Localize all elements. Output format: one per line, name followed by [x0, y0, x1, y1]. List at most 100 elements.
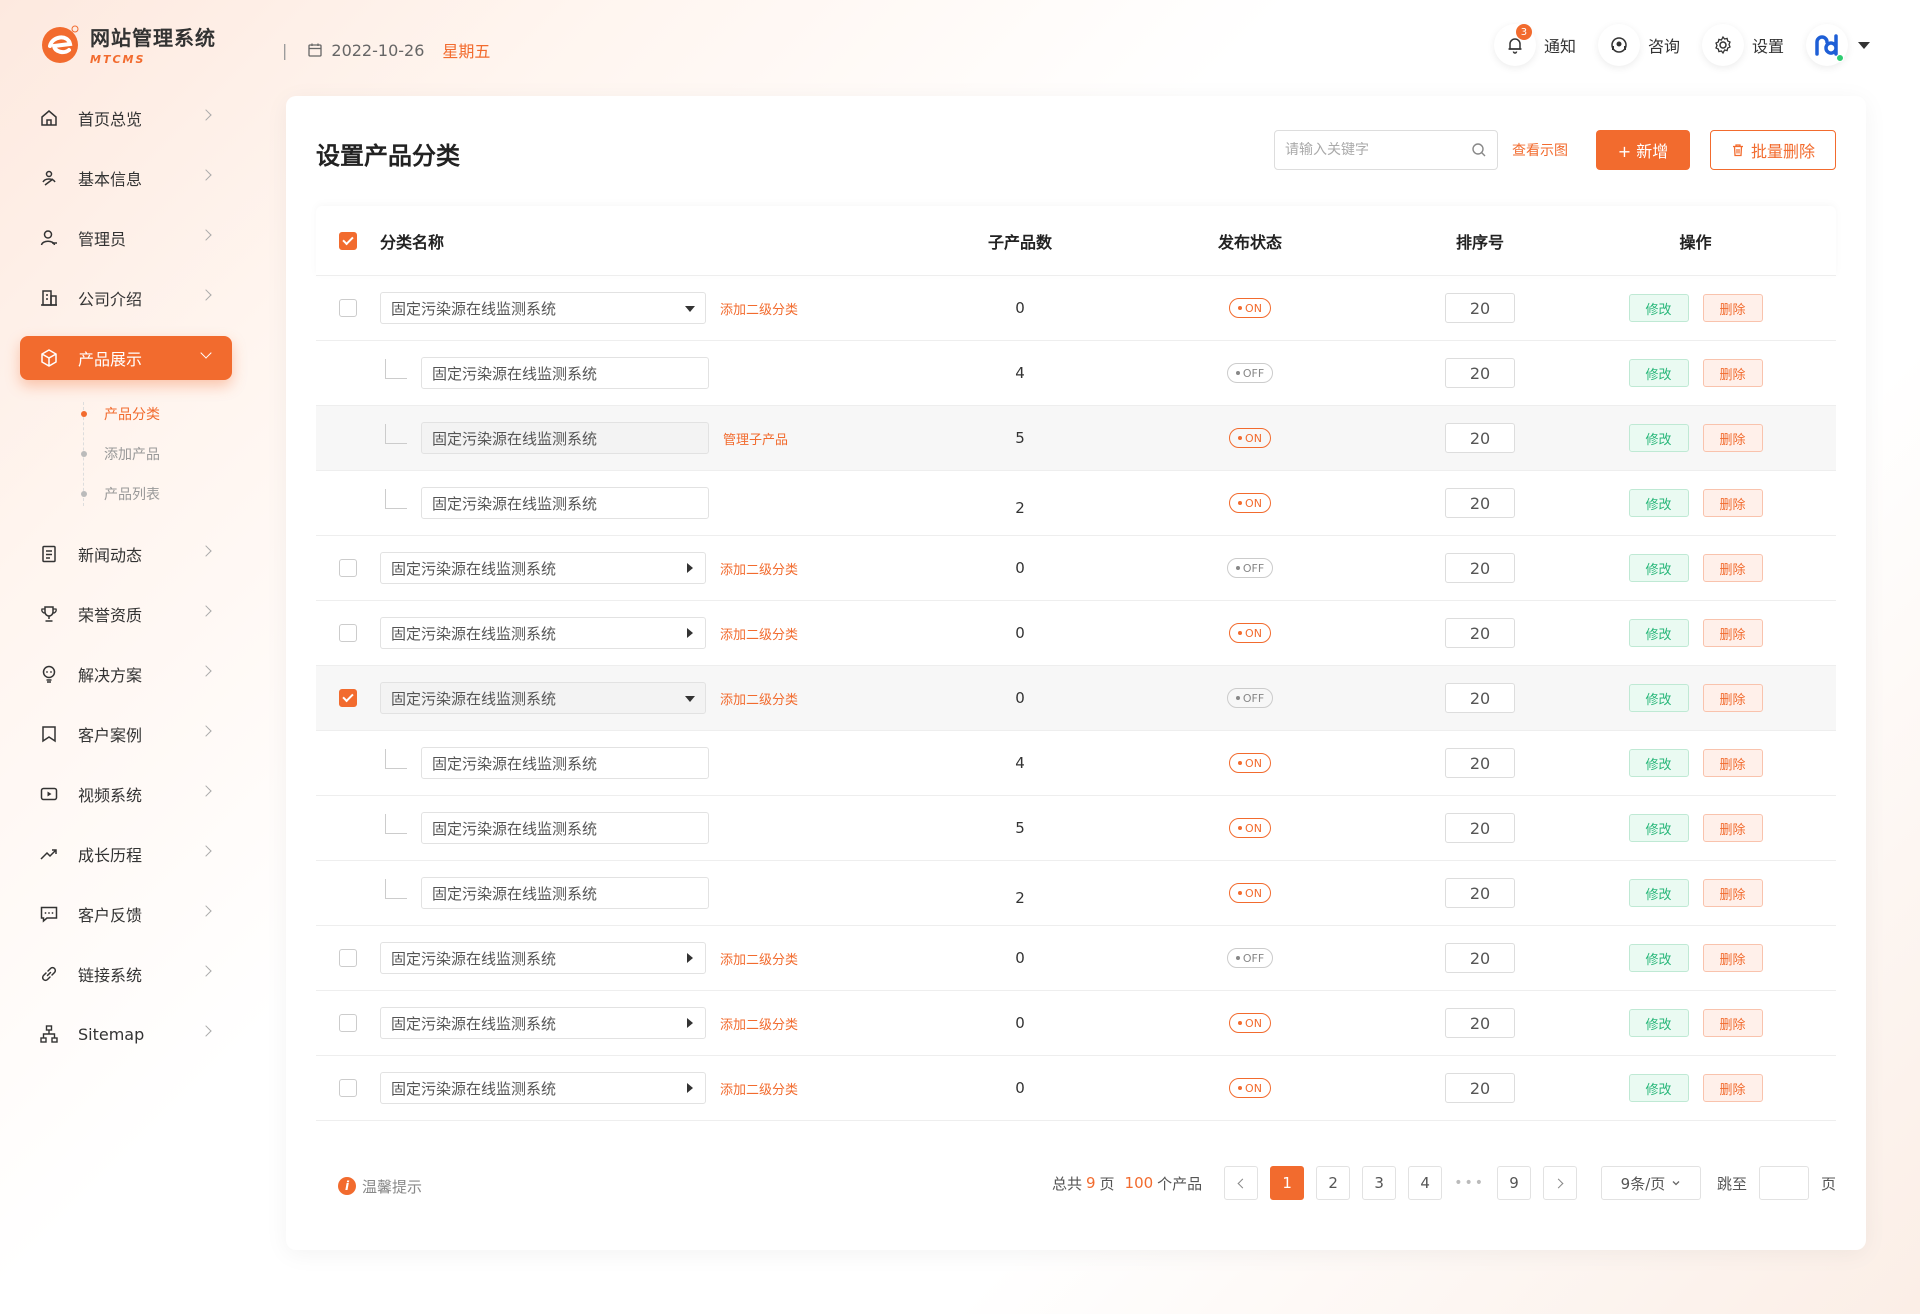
search-icon[interactable]: [1471, 142, 1487, 158]
sidebar-item-solutions[interactable]: 解决方案: [20, 652, 232, 696]
sidebar-item-sitemap[interactable]: Sitemap: [20, 1012, 232, 1056]
category-select[interactable]: 固定污染源在线监测系统: [380, 942, 706, 974]
status-toggle[interactable]: ON: [1229, 493, 1271, 513]
settings-button[interactable]: 设置: [1701, 24, 1784, 66]
sort-order-input[interactable]: 20: [1445, 423, 1515, 453]
delete-button[interactable]: 删除: [1702, 879, 1763, 907]
edit-button[interactable]: 修改: [1628, 554, 1689, 582]
search-input[interactable]: [1285, 142, 1471, 158]
sort-order-input[interactable]: 20: [1445, 878, 1515, 908]
category-select[interactable]: 固定污染源在线监测系统: [380, 292, 706, 324]
row-checkbox[interactable]: [339, 1014, 357, 1032]
edit-button[interactable]: 修改: [1628, 879, 1689, 907]
caret-right-icon[interactable]: [687, 628, 693, 638]
row-checkbox[interactable]: [339, 559, 357, 577]
add-subcategory-link[interactable]: 添加二级分类: [720, 559, 798, 578]
category-select[interactable]: 固定污染源在线监测系统: [380, 682, 706, 714]
sidebar-item-company[interactable]: 公司介绍: [20, 276, 232, 320]
sidebar-item-admin[interactable]: 管理员: [20, 216, 232, 260]
sort-order-input[interactable]: 20: [1445, 618, 1515, 648]
subcategory-input[interactable]: 固定污染源在线监测系统: [421, 877, 709, 909]
tip[interactable]: i 温馨提示: [316, 1176, 422, 1197]
edit-button[interactable]: 修改: [1628, 749, 1689, 777]
next-page-button[interactable]: [1542, 1166, 1577, 1200]
status-toggle[interactable]: ON: [1229, 298, 1271, 318]
batch-delete-button[interactable]: 批量删除: [1710, 130, 1836, 170]
notify-button[interactable]: 3 通知: [1493, 24, 1576, 66]
status-toggle[interactable]: ON: [1229, 753, 1271, 773]
delete-button[interactable]: 删除: [1702, 749, 1763, 777]
sort-order-input[interactable]: 20: [1445, 553, 1515, 583]
status-toggle[interactable]: ON: [1229, 883, 1271, 903]
row-checkbox[interactable]: [339, 1079, 357, 1097]
add-button[interactable]: + 新增: [1596, 130, 1690, 170]
add-subcategory-link[interactable]: 添加二级分类: [720, 689, 798, 708]
status-toggle[interactable]: OFF: [1226, 363, 1274, 383]
delete-button[interactable]: 删除: [1702, 1074, 1763, 1102]
category-select[interactable]: 固定污染源在线监测系统: [380, 1072, 706, 1104]
brand-logo[interactable]: 网站管理系统 MTCMS: [38, 22, 216, 66]
caret-down-icon[interactable]: [685, 306, 695, 312]
delete-button[interactable]: 删除: [1702, 424, 1763, 452]
subnav-item-product-list[interactable]: 产品列表: [81, 474, 232, 514]
sidebar-item-basic-info[interactable]: 基本信息: [20, 156, 232, 200]
sidebar-item-feedback[interactable]: 客户反馈: [20, 892, 232, 936]
status-toggle[interactable]: ON: [1229, 1013, 1271, 1033]
category-select[interactable]: 固定污染源在线监测系统: [380, 1007, 706, 1039]
add-subcategory-link[interactable]: 添加二级分类: [720, 624, 798, 643]
edit-button[interactable]: 修改: [1628, 489, 1689, 517]
caret-right-icon[interactable]: [687, 1018, 693, 1028]
caret-down-icon[interactable]: [685, 696, 695, 702]
add-subcategory-link[interactable]: 添加二级分类: [720, 949, 798, 968]
delete-button[interactable]: 删除: [1702, 684, 1763, 712]
delete-button[interactable]: 删除: [1702, 359, 1763, 387]
select-all-checkbox[interactable]: [339, 231, 357, 250]
caret-right-icon[interactable]: [687, 1083, 693, 1093]
subcategory-input[interactable]: 固定污染源在线监测系统: [421, 357, 709, 389]
sidebar-item-honor[interactable]: 荣誉资质: [20, 592, 232, 636]
category-select[interactable]: 固定污染源在线监测系统: [380, 617, 706, 649]
edit-button[interactable]: 修改: [1628, 619, 1689, 647]
row-checkbox[interactable]: [339, 689, 357, 707]
subnav-item-category[interactable]: 产品分类: [81, 394, 232, 434]
page-button[interactable]: 9: [1496, 1166, 1531, 1200]
sort-order-input[interactable]: 20: [1445, 1073, 1515, 1103]
subcategory-input[interactable]: 固定污染源在线监测系统: [421, 422, 709, 454]
edit-button[interactable]: 修改: [1628, 359, 1689, 387]
manage-products-link[interactable]: 管理子产品: [723, 429, 788, 448]
sort-order-input[interactable]: 20: [1445, 488, 1515, 518]
status-toggle[interactable]: OFF: [1226, 558, 1274, 578]
delete-button[interactable]: 删除: [1702, 619, 1763, 647]
edit-button[interactable]: 修改: [1628, 424, 1689, 452]
subnav-item-add-product[interactable]: 添加产品: [81, 434, 232, 474]
view-demo-link[interactable]: 查看示图: [1512, 140, 1568, 160]
user-menu[interactable]: [1806, 24, 1870, 66]
status-toggle[interactable]: ON: [1229, 623, 1271, 643]
add-subcategory-link[interactable]: 添加二级分类: [720, 1079, 798, 1098]
edit-button[interactable]: 修改: [1628, 814, 1689, 842]
delete-button[interactable]: 删除: [1702, 554, 1763, 582]
sidebar-item-links[interactable]: 链接系统: [20, 952, 232, 996]
status-toggle[interactable]: ON: [1229, 1078, 1271, 1098]
edit-button[interactable]: 修改: [1628, 944, 1689, 972]
page-button[interactable]: 1: [1270, 1166, 1305, 1200]
edit-button[interactable]: 修改: [1628, 684, 1689, 712]
caret-right-icon[interactable]: [687, 563, 693, 573]
add-subcategory-link[interactable]: 添加二级分类: [720, 299, 798, 318]
jump-page-input[interactable]: [1758, 1166, 1809, 1200]
sort-order-input[interactable]: 20: [1445, 748, 1515, 778]
delete-button[interactable]: 删除: [1702, 944, 1763, 972]
page-button[interactable]: 4: [1408, 1166, 1443, 1200]
sidebar-item-cases[interactable]: 客户案例: [20, 712, 232, 756]
prev-page-button[interactable]: [1224, 1166, 1259, 1200]
page-size-select[interactable]: 9条/页: [1600, 1166, 1701, 1200]
caret-right-icon[interactable]: [687, 953, 693, 963]
page-button[interactable]: 2: [1316, 1166, 1351, 1200]
delete-button[interactable]: 删除: [1702, 294, 1763, 322]
consult-button[interactable]: 咨询: [1597, 24, 1680, 66]
edit-button[interactable]: 修改: [1628, 294, 1689, 322]
sort-order-input[interactable]: 20: [1445, 1008, 1515, 1038]
page-button[interactable]: 3: [1362, 1166, 1397, 1200]
delete-button[interactable]: 删除: [1702, 1009, 1763, 1037]
sidebar-item-news[interactable]: 新闻动态: [20, 532, 232, 576]
